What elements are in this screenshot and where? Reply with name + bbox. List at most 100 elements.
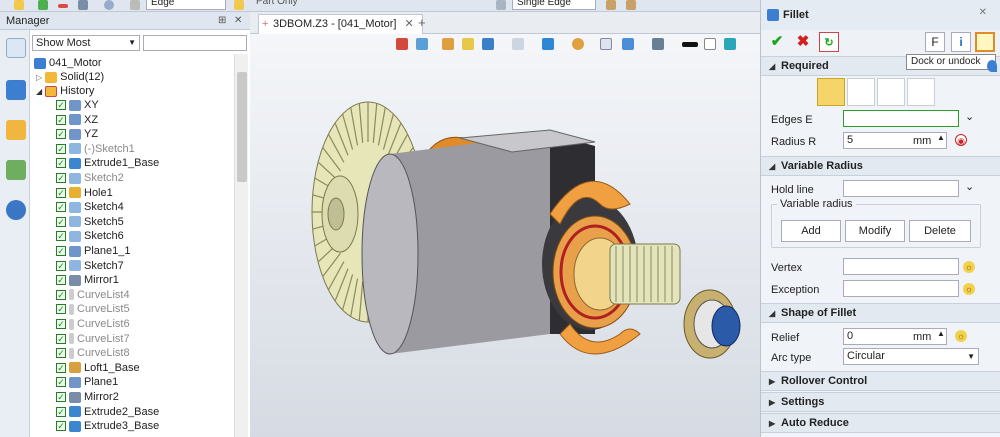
tree-item[interactable]: ✓ Sketch5 xyxy=(56,215,124,229)
spin-icon[interactable]: ▲ xyxy=(937,133,945,142)
settings-section-header[interactable]: ▶ Settings xyxy=(761,392,1000,412)
visibility-checkbox[interactable]: ✓ xyxy=(56,289,66,300)
rollover-control-section-header[interactable]: ▶ Rollover Control xyxy=(761,371,1000,391)
hold-line-input[interactable] xyxy=(843,180,959,197)
spin-icon[interactable]: ▲ xyxy=(937,329,945,338)
select-icon[interactable] xyxy=(14,0,24,10)
cancel-icon[interactable]: ✖ xyxy=(793,32,813,52)
tree-item[interactable]: ✓ CurveList7 xyxy=(56,332,130,346)
auto-reduce-section-header[interactable]: ▶ Auto Reduce xyxy=(761,413,1000,433)
tree-item[interactable]: ✓ CurveList4 xyxy=(56,288,130,302)
tree-root[interactable]: 041_Motor xyxy=(34,56,102,70)
visibility-checkbox[interactable]: ✓ xyxy=(56,143,66,154)
visibility-checkbox[interactable]: ✓ xyxy=(56,421,66,432)
history-manager-icon[interactable] xyxy=(6,38,26,58)
pin-icon[interactable]: ⊞ xyxy=(218,12,226,30)
part-icon[interactable] xyxy=(6,120,26,140)
tree-item[interactable]: ✓ Extrude1_Base xyxy=(56,156,159,170)
tab-041-motor[interactable]: + 3DBOM.Z3 - [041_Motor] ✕ xyxy=(258,14,423,34)
scrollbar-thumb[interactable] xyxy=(237,72,247,182)
visibility-checkbox[interactable]: ✓ xyxy=(56,260,66,271)
tree-item[interactable]: ✓ Plane1 xyxy=(56,375,118,389)
dock-undock-icon[interactable] xyxy=(975,32,995,52)
visibility-checkbox[interactable]: ✓ xyxy=(56,348,66,359)
tree-item[interactable]: ✓ Mirror1 xyxy=(56,273,119,287)
vertex-input[interactable] xyxy=(843,258,959,275)
tree-scrollbar[interactable] xyxy=(234,54,248,437)
variable-radius-section-header[interactable]: ◢ Variable Radius xyxy=(761,156,1000,176)
visibility-checkbox[interactable]: ✓ xyxy=(56,304,66,315)
close-icon[interactable]: ✕ xyxy=(234,12,242,30)
show-filter-select[interactable]: Show Most ▼ xyxy=(32,35,140,51)
visibility-checkbox[interactable]: ✓ xyxy=(56,377,66,388)
info-icon[interactable]: i xyxy=(951,32,971,52)
tree-solid[interactable]: ▷ Solid(12) xyxy=(36,70,104,84)
tree-item[interactable]: ✓ YZ xyxy=(56,127,98,141)
tree-item[interactable]: ✓ Hole1 xyxy=(56,186,113,200)
lightbulb-icon[interactable]: ☼ xyxy=(963,283,975,295)
remove-icon[interactable] xyxy=(58,4,68,8)
tree-filter-input[interactable] xyxy=(143,35,247,51)
fillet-type-setback-icon[interactable] xyxy=(877,78,905,106)
pick-mode-icon[interactable] xyxy=(496,0,506,10)
visibility-checkbox[interactable]: ✓ xyxy=(56,100,66,111)
modify-button[interactable]: Modify xyxy=(845,220,905,242)
visibility-checkbox[interactable]: ✓ xyxy=(56,114,66,125)
edges-input[interactable] xyxy=(843,110,959,127)
expand-double-icon[interactable]: ⌄ xyxy=(965,180,974,193)
exception-input[interactable] xyxy=(843,280,959,297)
visibility-checkbox[interactable]: ✓ xyxy=(56,392,66,403)
fillet-type-constant-icon[interactable] xyxy=(817,78,845,106)
tree-item[interactable]: ✓ Sketch7 xyxy=(56,259,124,273)
tree-item[interactable]: ✓ Extrude3_Base xyxy=(56,419,159,433)
visibility-checkbox[interactable]: ✓ xyxy=(56,216,66,227)
arc-type-select[interactable]: Circular ▼ xyxy=(843,348,979,365)
image-icon[interactable] xyxy=(6,160,26,180)
tree-item[interactable]: ✓ Mirror2 xyxy=(56,390,119,404)
tree-item[interactable]: ✓ XZ xyxy=(56,113,98,127)
tree-item[interactable]: ✓ CurveList6 xyxy=(56,317,130,331)
visibility-checkbox[interactable]: ✓ xyxy=(56,173,66,184)
fillet-type-chord-icon[interactable] xyxy=(847,78,875,106)
visibility-checkbox[interactable]: ✓ xyxy=(56,275,66,286)
tree-item[interactable]: ✓ CurveList5 xyxy=(56,302,130,316)
expand-icon[interactable]: ▷ xyxy=(36,73,42,82)
close-icon[interactable]: ✕ xyxy=(979,7,987,18)
expand-double-icon[interactable]: ⌄ xyxy=(965,110,974,123)
apply-icon[interactable]: ↻ xyxy=(819,32,839,52)
grid-icon[interactable] xyxy=(78,0,88,10)
tree-item[interactable]: ✓ Extrude2_Base xyxy=(56,405,159,419)
lightbulb-icon[interactable]: ☼ xyxy=(955,330,967,342)
tree-item[interactable]: ✓ XY xyxy=(56,98,99,112)
tree-item[interactable]: ✓ (-)Sketch1 xyxy=(56,142,135,156)
user-icon[interactable] xyxy=(6,200,26,220)
visibility-checkbox[interactable]: ✓ xyxy=(56,129,66,140)
delete-button[interactable]: Delete xyxy=(909,220,971,242)
tree-item[interactable]: ✓ Sketch6 xyxy=(56,229,124,243)
filter-mode-select[interactable]: Edge xyxy=(146,0,226,10)
scope-select[interactable]: Part Only xyxy=(252,0,322,10)
tree-item[interactable]: ✓ Plane1_1 xyxy=(56,244,131,258)
f-button[interactable]: F xyxy=(925,32,945,52)
fillet-type-vertex-icon[interactable] xyxy=(907,78,935,106)
visibility-checkbox[interactable]: ✓ xyxy=(56,362,66,373)
measure-icon[interactable]: ◉ xyxy=(955,134,967,146)
visibility-checkbox[interactable]: ✓ xyxy=(56,202,66,213)
visibility-checkbox[interactable]: ✓ xyxy=(56,246,66,257)
filter-icon[interactable] xyxy=(104,0,114,10)
relief-input[interactable]: 0 xyxy=(843,328,947,345)
close-icon[interactable]: ✕ xyxy=(405,18,414,30)
radius-input[interactable]: 5 xyxy=(843,132,947,149)
shape-of-fillet-section-header[interactable]: ◢ Shape of Fillet xyxy=(761,303,1000,323)
new-tab-icon[interactable]: + xyxy=(418,15,426,30)
visibility-checkbox[interactable]: ✓ xyxy=(56,187,66,198)
tree-item[interactable]: ✓ Sketch4 xyxy=(56,200,124,214)
ok-check-icon[interactable]: ✔ xyxy=(767,32,787,52)
tree-item[interactable]: ✓ CurveList8 xyxy=(56,346,130,360)
visibility-checkbox[interactable]: ✓ xyxy=(56,158,66,169)
visibility-checkbox[interactable]: ✓ xyxy=(56,406,66,417)
tree-item[interactable]: ✓ Sketch2 xyxy=(56,171,124,185)
pick-filter-icon[interactable] xyxy=(130,0,140,10)
3d-viewport[interactable] xyxy=(250,34,760,437)
pick-mode-select[interactable]: Single Edge xyxy=(512,0,596,10)
